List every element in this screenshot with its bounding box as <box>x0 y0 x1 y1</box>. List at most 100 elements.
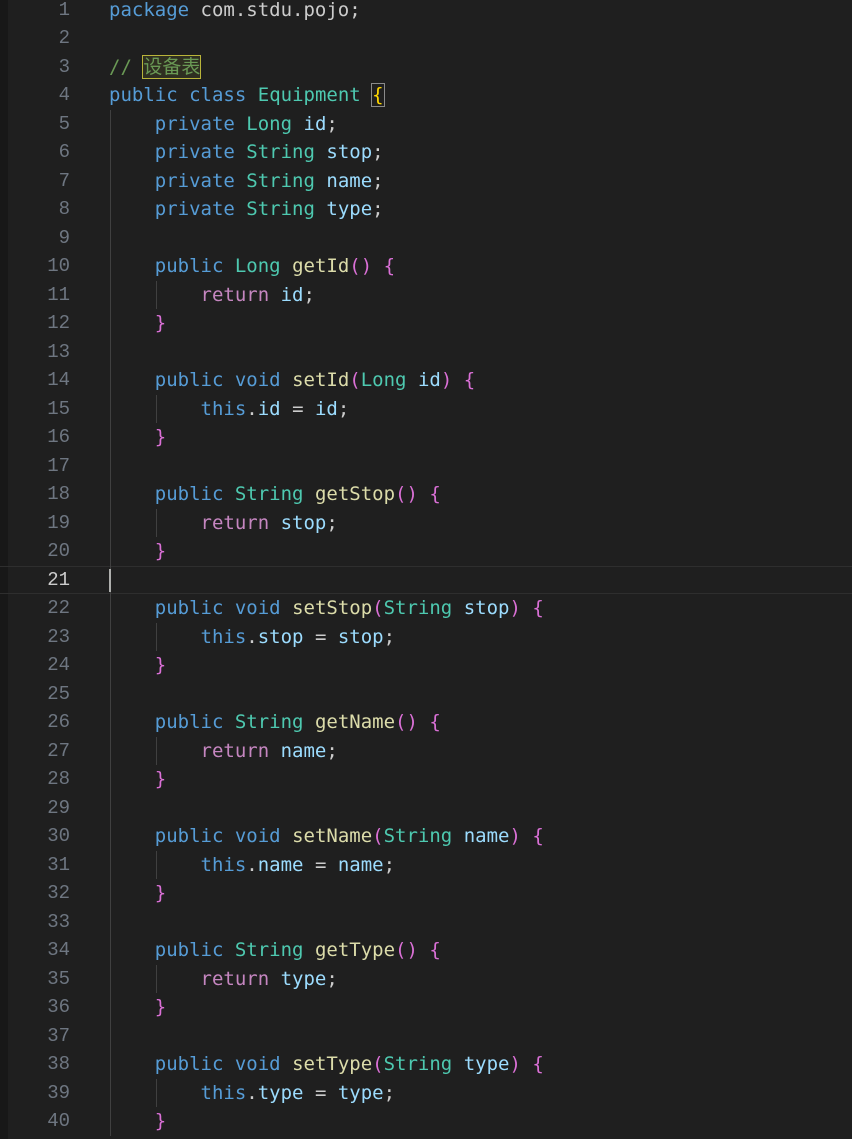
code-line[interactable]: 35 return type; <box>0 965 852 994</box>
code-line[interactable]: 16 } <box>0 423 852 452</box>
code-line[interactable]: 25 <box>0 680 852 709</box>
code-line[interactable]: 27 return name; <box>0 737 852 766</box>
code-line[interactable]: 28 } <box>0 765 852 794</box>
line-code: // 设备表 <box>109 53 202 82</box>
code-line[interactable]: 36 } <box>0 993 852 1022</box>
line-code: } <box>109 1107 166 1136</box>
code-line[interactable]: 17 <box>0 452 852 481</box>
code-line[interactable]: 6 private String stop; <box>0 138 852 167</box>
line-code: return id; <box>109 281 315 310</box>
code-line[interactable]: 24 } <box>0 651 852 680</box>
code-line[interactable]: 11 return id; <box>0 281 852 310</box>
line-number: 17 <box>47 454 70 477</box>
code-token: ; <box>326 739 338 762</box>
code-token: String <box>246 169 315 192</box>
code-line[interactable]: 13 <box>0 338 852 367</box>
code-line[interactable]: 29 <box>0 794 852 823</box>
line-number: 25 <box>47 682 70 705</box>
code-line[interactable]: 37 <box>0 1022 852 1051</box>
code-line[interactable]: 15 this.id = id; <box>0 395 852 424</box>
code-token: type <box>463 1053 510 1075</box>
indent-guide-method <box>156 394 157 423</box>
code-line[interactable]: 9 <box>0 224 852 253</box>
code-token: id <box>280 283 304 306</box>
indent-guide-method <box>156 964 157 993</box>
code-token: public <box>154 369 224 391</box>
code-token: } <box>154 1110 167 1132</box>
code-line[interactable]: 19 return stop; <box>0 509 852 538</box>
code-line[interactable]: 1 package com.stdu.pojo; <box>0 0 852 24</box>
code-line[interactable]: 14 public void setId(Long id) { <box>0 366 852 395</box>
line-number: 19 <box>47 511 70 534</box>
code-token: = <box>303 625 338 648</box>
code-token: name <box>463 825 510 847</box>
line-number: 8 <box>58 198 70 220</box>
code-line[interactable]: 32 } <box>0 879 852 908</box>
code-line[interactable]: 30 public void setName(String name) { <box>0 822 852 851</box>
code-token: ; <box>383 1081 396 1104</box>
code-line[interactable]: 2 <box>0 24 852 53</box>
indent-guide-method <box>156 850 157 879</box>
line-code: this.stop = stop; <box>109 623 396 652</box>
line-number: 9 <box>58 226 70 249</box>
code-line[interactable]: 26 public String getName() { <box>0 708 852 737</box>
code-line[interactable]: 21 <box>0 566 852 595</box>
code-token: } <box>154 312 167 334</box>
code-line[interactable]: 22 public void setStop(String stop) { <box>0 594 852 623</box>
code-line[interactable]: 23 this.stop = stop; <box>0 623 852 652</box>
line-number: 36 <box>47 996 70 1018</box>
code-line[interactable]: 34 public String getType() { <box>0 936 852 965</box>
line-code: return type; <box>109 965 338 994</box>
code-token: void <box>234 825 281 847</box>
code-token: { <box>532 825 544 847</box>
code-line[interactable]: 20 } <box>0 537 852 566</box>
code-line[interactable]: 18 public String getStop() { <box>0 480 852 509</box>
code-line[interactable]: 7 private String name; <box>0 167 852 196</box>
line-number: 34 <box>47 939 70 961</box>
line-code: } <box>109 651 166 680</box>
code-token: = <box>280 397 315 420</box>
code-line[interactable]: 8 private String type; <box>0 195 852 224</box>
code-line[interactable]: 3 // 设备表 <box>0 53 852 82</box>
code-editor[interactable]: 1 package com.stdu.pojo; 2 3// 设备表 4 public c… <box>0 0 852 1139</box>
code-line[interactable]: 31 this.name = name; <box>0 851 852 880</box>
code-line[interactable]: 10 public Long getId() { <box>0 252 852 281</box>
code-token: ; <box>372 169 384 192</box>
line-code: public void setStop(String stop) { <box>109 594 544 623</box>
line-number: 37 <box>47 1024 70 1047</box>
code-line[interactable]: 5 private Long id; <box>0 110 852 139</box>
code-token: String <box>234 939 304 961</box>
line-code: } <box>109 993 166 1022</box>
code-line[interactable]: 40 } <box>0 1107 852 1136</box>
code-line[interactable]: 38 public void setType(String type) { <box>0 1050 852 1079</box>
code-token: String <box>234 711 304 733</box>
code-line[interactable]: 4 public class Equipment { <box>0 81 852 110</box>
line-number: 35 <box>47 967 70 990</box>
code-token: public <box>154 597 224 619</box>
indent-guide-method <box>156 622 157 651</box>
code-token: getId <box>292 255 350 277</box>
code-token: class <box>189 84 247 106</box>
code-token: ( <box>349 369 361 391</box>
code-token: public <box>154 825 224 847</box>
code-line[interactable]: 39 this.type = type; <box>0 1079 852 1108</box>
line-number: 32 <box>47 882 70 904</box>
line-code: public String getName() { <box>109 708 441 737</box>
line-code: package com.stdu.pojo; <box>109 0 361 24</box>
code-line[interactable]: 12 } <box>0 309 852 338</box>
code-line[interactable]: 33 <box>0 908 852 937</box>
